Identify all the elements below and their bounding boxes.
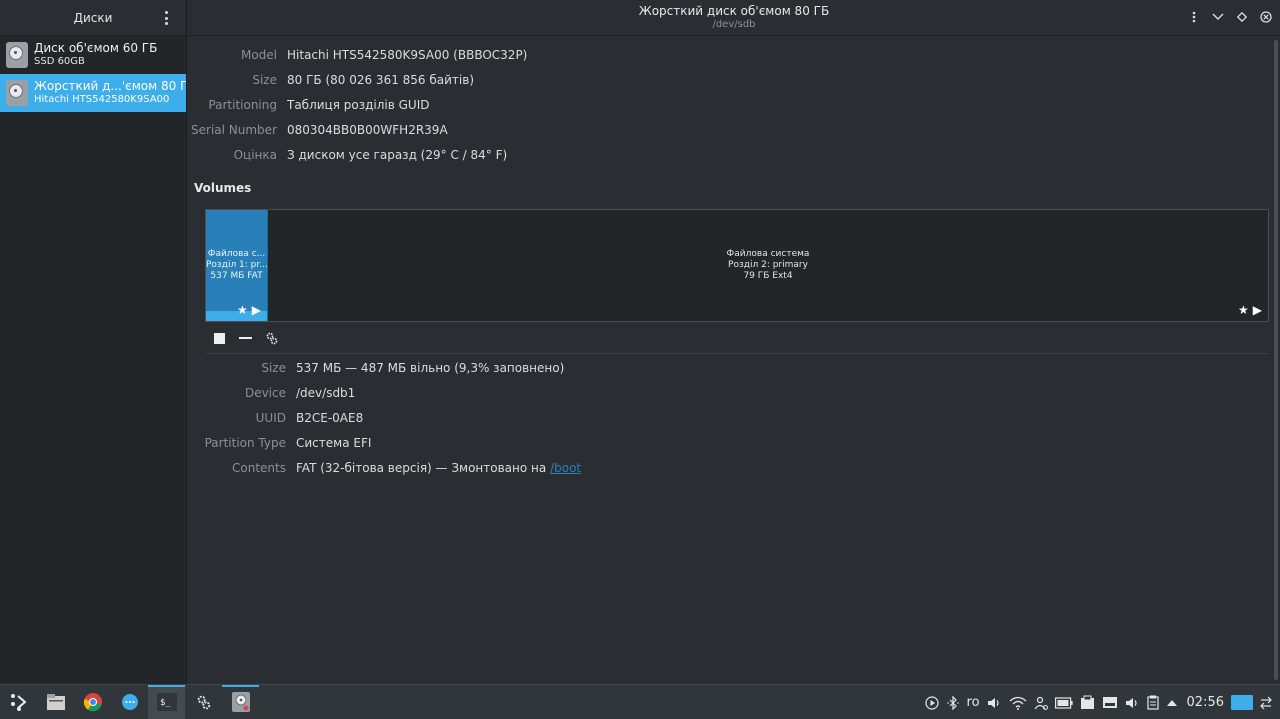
partition-2[interactable]: Файлова система Розділ 2: primary 79 ГБ …: [268, 210, 1268, 321]
disk-name: Диск об'ємом 60 ГБ: [34, 42, 158, 55]
prop-label: Contents: [232, 460, 286, 475]
main-panel: Жорсткий диск об'ємом 80 ГБ /dev/sdb Mod…: [188, 0, 1280, 684]
prop-model: Model Hitachi HTS542580K9SA00 (BBBOC32P): [188, 42, 527, 67]
prop-value: /dev/sdb1: [296, 385, 356, 400]
vol-prop-uuid: UUID B2CE-0AE8: [188, 405, 581, 430]
maximize-icon[interactable]: [1236, 10, 1248, 24]
disks-app-icon[interactable]: [222, 684, 259, 719]
prop-label: Оцінка: [233, 147, 277, 162]
volumes-graphic: Файлова с... Розділ 1: pr... 537 МБ FAT …: [205, 209, 1269, 322]
prop-label: UUID: [255, 410, 286, 425]
prop-partitioning: Partitioning Таблиця розділів GUID: [188, 92, 527, 117]
drive-menu-icon[interactable]: [1188, 10, 1200, 24]
prop-value: Hitachi HTS542580K9SA00 (BBBOC32P): [287, 47, 528, 62]
volume-icon[interactable]: [987, 696, 1002, 710]
svg-text:$_: $_: [160, 698, 171, 708]
volumes-heading: Volumes: [194, 181, 252, 195]
media-play-icon[interactable]: [924, 695, 939, 710]
partition-size: 79 ГБ Ext4: [743, 271, 793, 281]
prop-label: Model: [240, 47, 277, 62]
prop-value: Таблиця розділів GUID: [287, 97, 430, 112]
prop-value: FAT (32-бітова версія) — Змонтовано на /…: [296, 461, 581, 475]
prop-label: Size: [261, 360, 286, 375]
hard-disk-icon: [6, 42, 28, 68]
minimize-icon[interactable]: [1212, 10, 1224, 24]
partition-label: Розділ 2: primary: [728, 260, 808, 270]
prop-label: Size: [252, 72, 277, 87]
gears-icon[interactable]: [266, 332, 278, 345]
star-icon: ★: [1238, 303, 1249, 317]
prop-value: 537 МБ — 487 МБ вільно (9,3% заповнено): [296, 360, 565, 375]
disk-model: SSD 60GB: [34, 56, 85, 67]
scrollbar[interactable]: [1274, 40, 1278, 680]
wifi-icon[interactable]: [1009, 696, 1027, 710]
star-icon: ★: [237, 303, 248, 317]
close-icon[interactable]: [1260, 10, 1272, 24]
stop-icon[interactable]: [214, 332, 225, 344]
partition-type: Файлова система: [726, 249, 810, 259]
remove-partition-icon[interactable]: [239, 337, 252, 339]
app-launcher-icon[interactable]: [0, 685, 37, 719]
sidebar-title: Диски: [73, 10, 113, 25]
prop-label: Serial Number: [191, 122, 277, 137]
vol-prop-size: Size 537 МБ — 487 МБ вільно (9,3% заповн…: [188, 355, 581, 380]
sidebar-header: Диски: [0, 0, 186, 36]
settings-icon[interactable]: [185, 685, 222, 719]
kebab-menu-icon[interactable]: [158, 9, 174, 27]
page-title: Жорсткий диск об'ємом 80 ГБ: [638, 4, 830, 18]
network-user-icon[interactable]: [1034, 696, 1048, 710]
volume-toolbar: [214, 330, 278, 346]
tray-expand-icon[interactable]: [1166, 699, 1178, 707]
vol-prop-device: Device /dev/sdb1: [188, 380, 581, 405]
clipboard-icon[interactable]: [1080, 695, 1095, 710]
prop-value: 080304BB0B00WFH2R39A: [287, 122, 448, 137]
partition-label: Розділ 1: pr...: [206, 260, 267, 270]
sidebar-item-ssd[interactable]: Диск об'ємом 60 ГБ SSD 60GB: [0, 36, 186, 74]
play-icon: ▶: [251, 303, 261, 317]
mount-point-link[interactable]: /boot: [550, 461, 581, 475]
clock[interactable]: 02:56: [1187, 695, 1224, 710]
disk-name: Жорсткий д...'ємом 80 ГБ: [34, 80, 186, 93]
taskbar: $_ ro 02:56: [0, 684, 1280, 719]
audio-icon[interactable]: [1125, 696, 1140, 710]
hard-disk-icon: [6, 80, 28, 106]
vol-prop-partition-type: Partition Type Система EFI: [188, 430, 581, 455]
prop-label: Partitioning: [208, 97, 277, 112]
bluetooth-icon[interactable]: [946, 695, 960, 710]
prop-assessment: Оцінка З диском усе гаразд (29° C / 84° …: [188, 142, 527, 167]
vol-prop-contents: Contents FAT (32-бітова версія) — Змонто…: [188, 455, 581, 480]
chrome-icon[interactable]: [74, 685, 111, 719]
page-subtitle: /dev/sdb: [712, 19, 756, 30]
partition-1[interactable]: Файлова с... Розділ 1: pr... 537 МБ FAT …: [206, 210, 268, 321]
disk-sidebar: Диски Диск об'ємом 60 ГБ SSD 60GB Жорстк…: [0, 0, 187, 684]
drive-properties: Model Hitachi HTS542580K9SA00 (BBBOC32P)…: [188, 42, 527, 167]
display-icon[interactable]: [1102, 696, 1118, 710]
terminal-icon[interactable]: $_: [148, 684, 185, 719]
prop-serial: Serial Number 080304BB0B00WFH2R39A: [188, 117, 527, 142]
sidebar-item-hdd[interactable]: Жорсткий д...'ємом 80 ГБ Hitachi HTS5425…: [0, 74, 186, 112]
prop-value: З диском усе гаразд (29° C / 84° F): [287, 147, 508, 162]
volume-properties: Size 537 МБ — 487 МБ вільно (9,3% заповн…: [188, 355, 582, 480]
prop-value: Система EFI: [296, 435, 372, 450]
disk-model: Hitachi HTS542580K9SA00: [34, 94, 170, 105]
show-desktop-icon[interactable]: [1231, 695, 1253, 710]
prop-value: B2CE-0AE8: [296, 410, 364, 425]
prop-size: Size 80 ГБ (80 026 361 856 байтів): [188, 67, 527, 92]
file-manager-icon[interactable]: [37, 685, 74, 719]
system-tray: ro 02:56: [924, 685, 1280, 719]
keyboard-layout[interactable]: ro: [967, 695, 980, 710]
divider: [206, 353, 1269, 354]
prop-label: Partition Type: [204, 435, 286, 450]
messenger-icon[interactable]: [111, 685, 148, 719]
prop-value: 80 ГБ (80 026 361 856 байтів): [287, 72, 475, 87]
notes-icon[interactable]: [1146, 695, 1159, 710]
battery-icon[interactable]: [1054, 696, 1073, 709]
play-icon: ▶: [1252, 303, 1262, 317]
partition-type: Файлова с...: [207, 249, 266, 259]
main-header: Жорсткий диск об'ємом 80 ГБ /dev/sdb: [188, 0, 1280, 36]
prop-label: Device: [244, 385, 286, 400]
panel-settings-icon[interactable]: [1260, 696, 1272, 710]
contents-text: FAT (32-бітова версія) — Змонтовано на: [296, 460, 551, 475]
partition-size: 537 МБ FAT: [210, 271, 263, 281]
